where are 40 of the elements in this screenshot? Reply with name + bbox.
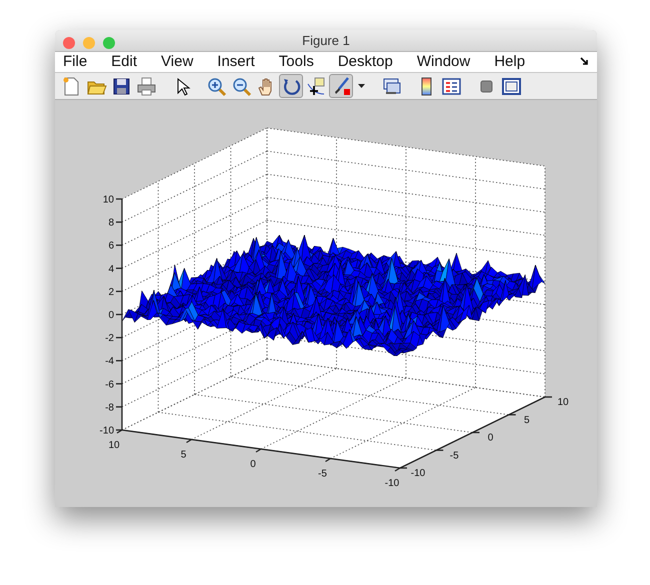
- menu-item[interactable]: File: [63, 52, 88, 72]
- data-cursor-icon: [306, 76, 326, 96]
- tick-label: 0: [250, 459, 256, 470]
- tick-label: -8: [105, 402, 114, 414]
- tick-label: -6: [105, 379, 114, 390]
- zoom-in-icon: [206, 76, 226, 96]
- tick-label: 0: [488, 432, 494, 444]
- window-frame-icon: [500, 76, 522, 96]
- menu-item[interactable]: Help: [494, 52, 526, 72]
- tick-label: 8: [108, 218, 114, 229]
- menu-item[interactable]: View: [161, 52, 194, 72]
- zoom-out-icon: [230, 76, 252, 96]
- tick-label: 5: [180, 450, 186, 460]
- legend-icon: [440, 76, 462, 96]
- dock-arrow-icon[interactable]: [580, 57, 589, 66]
- tick-label: 0: [108, 310, 114, 321]
- tick-label: 6: [108, 240, 114, 252]
- tick-label: -4: [105, 356, 114, 368]
- tick-label: -5: [450, 450, 459, 462]
- tick-label: 5: [524, 414, 530, 426]
- menu-item[interactable]: Insert: [217, 52, 255, 72]
- tick-label: 10: [102, 194, 114, 206]
- tick-label: -10: [384, 478, 400, 489]
- tick-label: -5: [318, 468, 327, 480]
- tick-label: 4: [108, 264, 114, 275]
- tick-label: 2: [108, 286, 114, 298]
- caret-icon: [358, 84, 364, 88]
- linked-windows-icon: [380, 76, 402, 96]
- page-icon: [60, 76, 82, 96]
- tick-label: 10: [108, 440, 120, 451]
- menu-item[interactable]: Desktop: [338, 52, 393, 72]
- tick-label: -10: [100, 426, 114, 436]
- tick-label: 10: [557, 397, 569, 408]
- printer-icon: [136, 76, 156, 96]
- menu-item[interactable]: Tools: [278, 52, 314, 72]
- tick-label: -2: [105, 333, 114, 344]
- menu-item[interactable]: Edit: [111, 52, 138, 72]
- tick-label: -10: [410, 468, 426, 479]
- menu-item[interactable]: Window: [416, 52, 470, 72]
- window-title: Figure 1: [302, 32, 350, 50]
